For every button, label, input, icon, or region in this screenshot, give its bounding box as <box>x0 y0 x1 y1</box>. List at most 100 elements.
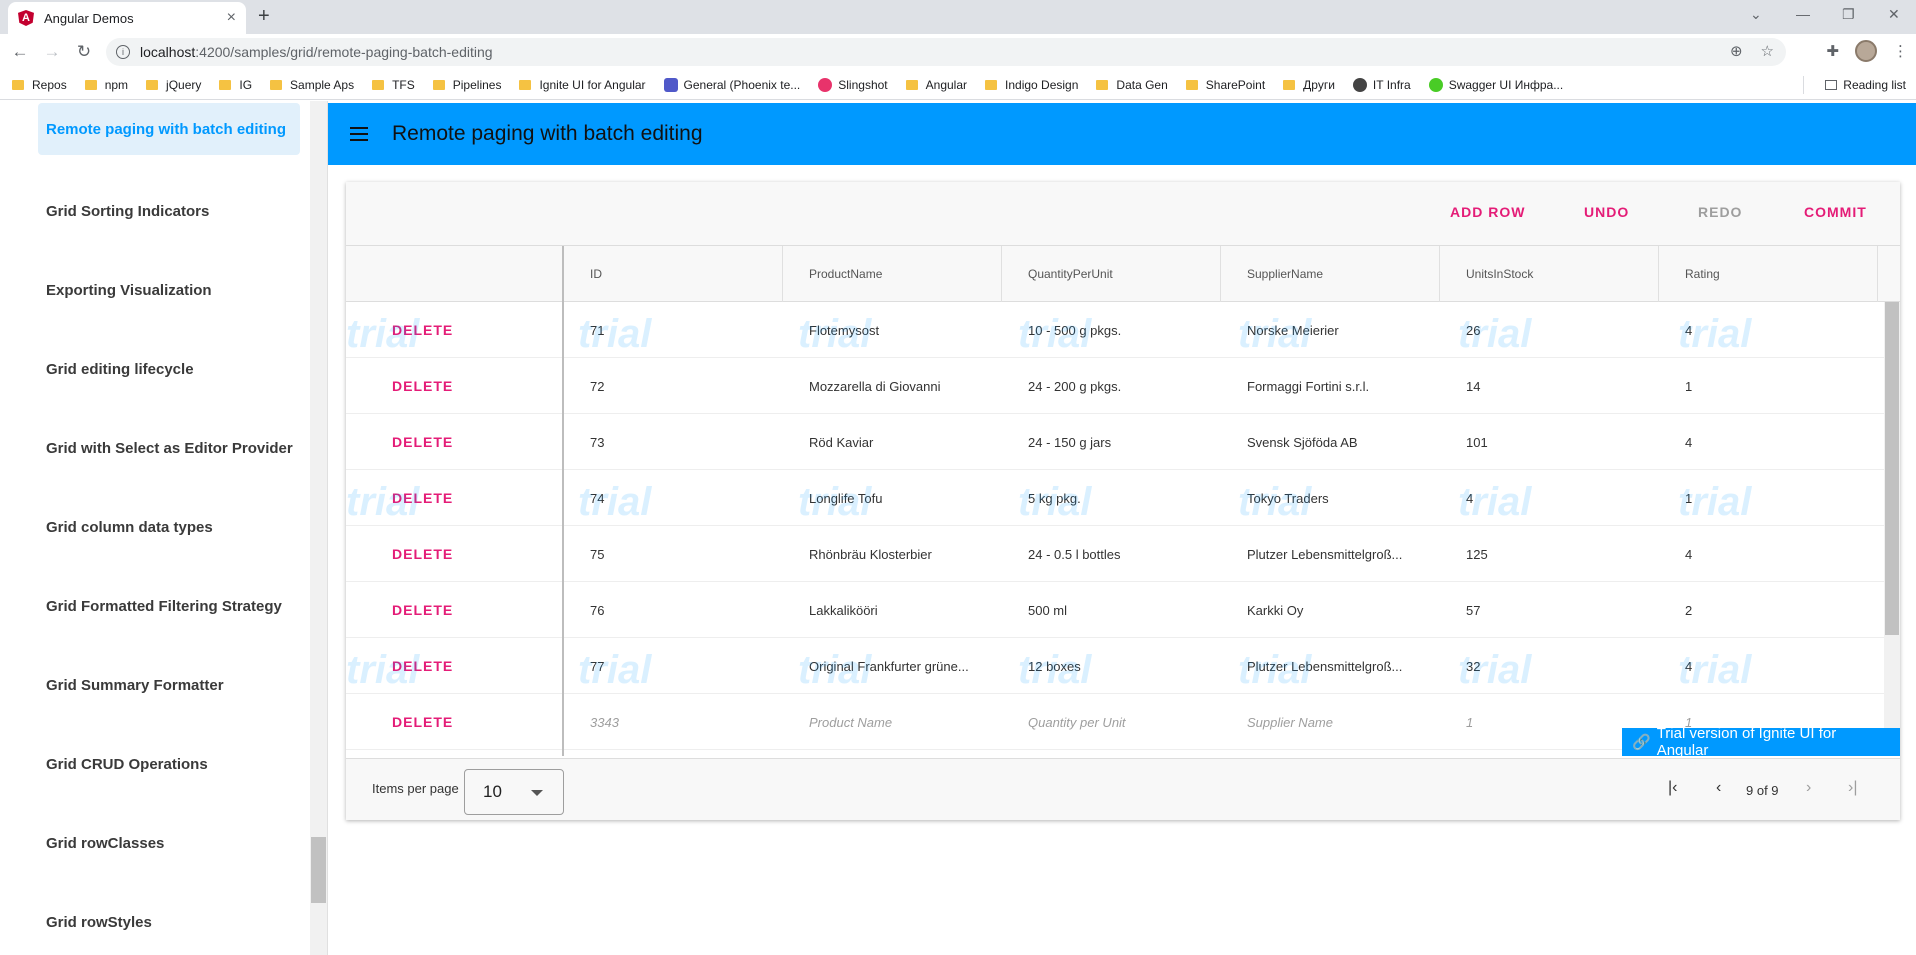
delete-row-button[interactable]: DELETE <box>392 358 453 414</box>
cell-product-name[interactable]: Rhönbräu Klosterbier <box>783 526 1002 582</box>
cell-id[interactable]: 3343 <box>564 694 783 750</box>
bookmark-angular[interactable]: Angular <box>905 78 967 92</box>
bookmark-pipelines[interactable]: Pipelines <box>432 78 501 92</box>
cell-supplier[interactable]: Plutzer Lebensmittelgroß... <box>1221 526 1440 582</box>
cell-quantity[interactable]: 12 boxes <box>1002 638 1221 694</box>
delete-row-button[interactable]: DELETE <box>392 302 453 358</box>
cell-rating[interactable]: 1 <box>1659 358 1878 414</box>
new-tab-button[interactable]: + <box>258 5 270 28</box>
sidebar-item-summary-formatter[interactable]: Grid Summary Formatter <box>38 659 300 711</box>
cell-supplier[interactable]: Norske Meierier <box>1221 302 1440 358</box>
cell-rating[interactable]: 1 <box>1659 470 1878 526</box>
hamburger-menu-icon[interactable] <box>350 127 368 141</box>
delete-row-button[interactable]: DELETE <box>392 526 453 582</box>
header-product-name[interactable]: ProductName <box>783 246 1002 302</box>
bookmark-sample-aps[interactable]: Sample Aps <box>270 78 354 92</box>
cell-rating[interactable]: 2 <box>1659 582 1878 638</box>
sidebar-item-row-classes[interactable]: Grid rowClasses <box>38 817 300 869</box>
cell-product-name[interactable]: Lakkalikööri <box>783 582 1002 638</box>
extensions-icon[interactable]: ✚ <box>1826 42 1839 60</box>
cell-quantity[interactable]: 500 ml <box>1002 582 1221 638</box>
cell-supplier[interactable]: Plutzer Lebensmittelgroß... <box>1221 638 1440 694</box>
bookmark-sharepoint[interactable]: SharePoint <box>1185 78 1265 92</box>
cell-rating[interactable]: 4 <box>1659 414 1878 470</box>
cell-id[interactable]: 71 <box>564 302 783 358</box>
cell-id[interactable]: 76 <box>564 582 783 638</box>
sidebar-item-remote-paging[interactable]: Remote paging with batch editing <box>38 103 300 155</box>
site-info-icon[interactable]: i <box>116 45 130 59</box>
cell-stock[interactable]: 4 <box>1440 470 1659 526</box>
reload-icon[interactable]: ↻ <box>68 42 100 62</box>
cell-quantity[interactable]: 24 - 200 g pkgs. <box>1002 358 1221 414</box>
zoom-icon[interactable]: ⊕ <box>1730 42 1743 60</box>
cell-supplier[interactable]: Svensk Sjöföda AB <box>1221 414 1440 470</box>
cell-stock[interactable]: 57 <box>1440 582 1659 638</box>
table-row[interactable]: DELETE 72 Mozzarella di Giovanni 24 - 20… <box>346 358 1884 414</box>
bookmark-general[interactable]: General (Phoenix te... <box>663 77 800 92</box>
forward-icon[interactable]: → <box>36 42 68 62</box>
sidebar-scroll-thumb[interactable] <box>311 837 326 903</box>
next-page-icon[interactable]: › <box>1806 779 1811 797</box>
bookmark-star-icon[interactable]: ☆ <box>1761 42 1774 60</box>
bookmark-ignite-ui[interactable]: Ignite UI for Angular <box>519 78 646 92</box>
cell-id[interactable]: 75 <box>564 526 783 582</box>
cell-supplier[interactable]: Karkki Oy <box>1221 582 1440 638</box>
table-row[interactable]: DELETE 71 Flotemysost 10 - 500 g pkgs. N… <box>346 302 1884 358</box>
browser-menu-icon[interactable]: ⋮ <box>1893 42 1908 60</box>
sidebar-item-exporting-visualization[interactable]: Exporting Visualization <box>38 264 300 316</box>
delete-row-button[interactable]: DELETE <box>392 582 453 638</box>
sidebar-item-sorting-indicators[interactable]: Grid Sorting Indicators <box>38 185 300 237</box>
cell-id[interactable]: 77 <box>564 638 783 694</box>
last-page-icon[interactable]: ›| <box>1848 779 1857 797</box>
sidebar-item-row-styles[interactable]: Grid rowStyles <box>38 896 300 948</box>
cell-product-name[interactable]: Mozzarella di Giovanni <box>783 358 1002 414</box>
header-id[interactable]: ID <box>564 246 783 302</box>
bookmark-jquery[interactable]: jQuery <box>146 78 201 92</box>
bookmark-indigo-design[interactable]: Indigo Design <box>985 78 1078 92</box>
header-rating[interactable]: Rating <box>1659 246 1878 302</box>
minimize-icon[interactable]: — <box>1796 6 1810 22</box>
cell-stock[interactable]: 125 <box>1440 526 1659 582</box>
cell-stock[interactable]: 14 <box>1440 358 1659 414</box>
bookmark-drugi[interactable]: Други <box>1283 78 1335 92</box>
cell-product-name[interactable]: Original Frankfurter grüne... <box>783 638 1002 694</box>
header-supplier-name[interactable]: SupplierName <box>1221 246 1440 302</box>
sidebar-item-filtering-strategy[interactable]: Grid Formatted Filtering Strategy <box>38 580 300 632</box>
header-quantity-per-unit[interactable]: QuantityPerUnit <box>1002 246 1221 302</box>
sidebar-item-crud-operations[interactable]: Grid CRUD Operations <box>38 738 300 790</box>
cell-id[interactable]: 73 <box>564 414 783 470</box>
browser-tab[interactable]: A Angular Demos × <box>8 2 246 34</box>
redo-button[interactable]: REDO <box>1698 204 1742 220</box>
cell-stock[interactable]: 32 <box>1440 638 1659 694</box>
table-row[interactable]: DELETE 77 Original Frankfurter grüne... … <box>346 638 1884 694</box>
header-units-in-stock[interactable]: UnitsInStock <box>1440 246 1659 302</box>
reading-list-button[interactable]: Reading list <box>1825 78 1906 92</box>
table-row[interactable]: DELETE 75 Rhönbräu Klosterbier 24 - 0.5 … <box>346 526 1884 582</box>
cell-quantity[interactable]: 24 - 0.5 l bottles <box>1002 526 1221 582</box>
cell-stock[interactable]: 26 <box>1440 302 1659 358</box>
restore-icon[interactable]: ❐ <box>1842 6 1855 23</box>
cell-id[interactable]: 74 <box>564 470 783 526</box>
bookmark-repos[interactable]: Repos <box>12 78 67 92</box>
cell-quantity[interactable]: 10 - 500 g pkgs. <box>1002 302 1221 358</box>
cell-rating[interactable]: 4 <box>1659 302 1878 358</box>
undo-button[interactable]: UNDO <box>1584 204 1629 220</box>
sidebar-scrollbar[interactable] <box>310 101 327 955</box>
back-icon[interactable]: ← <box>4 42 36 62</box>
delete-row-button[interactable]: DELETE <box>392 638 453 694</box>
bookmark-slingshot[interactable]: Slingshot <box>818 77 888 92</box>
trial-badge-link[interactable]: 🔗 Trial version of Ignite UI for Angular <box>1622 725 1900 759</box>
sidebar-item-column-data-types[interactable]: Grid column data types <box>38 501 300 553</box>
cell-id[interactable]: 72 <box>564 358 783 414</box>
cell-supplier[interactable]: Supplier Name <box>1221 694 1440 750</box>
table-row[interactable]: DELETE 74 Longlife Tofu 5 kg pkg. Tokyo … <box>346 470 1884 526</box>
close-tab-icon[interactable]: × <box>227 9 236 27</box>
previous-page-icon[interactable]: ‹ <box>1716 779 1721 797</box>
delete-row-button[interactable]: DELETE <box>392 694 453 750</box>
tab-search-icon[interactable]: ⌄ <box>1750 6 1762 23</box>
cell-supplier[interactable]: Tokyo Traders <box>1221 470 1440 526</box>
cell-rating[interactable]: 4 <box>1659 638 1878 694</box>
items-per-page-select[interactable]: 10 <box>464 769 564 815</box>
cell-product-name[interactable]: Longlife Tofu <box>783 470 1002 526</box>
cell-stock[interactable]: 101 <box>1440 414 1659 470</box>
